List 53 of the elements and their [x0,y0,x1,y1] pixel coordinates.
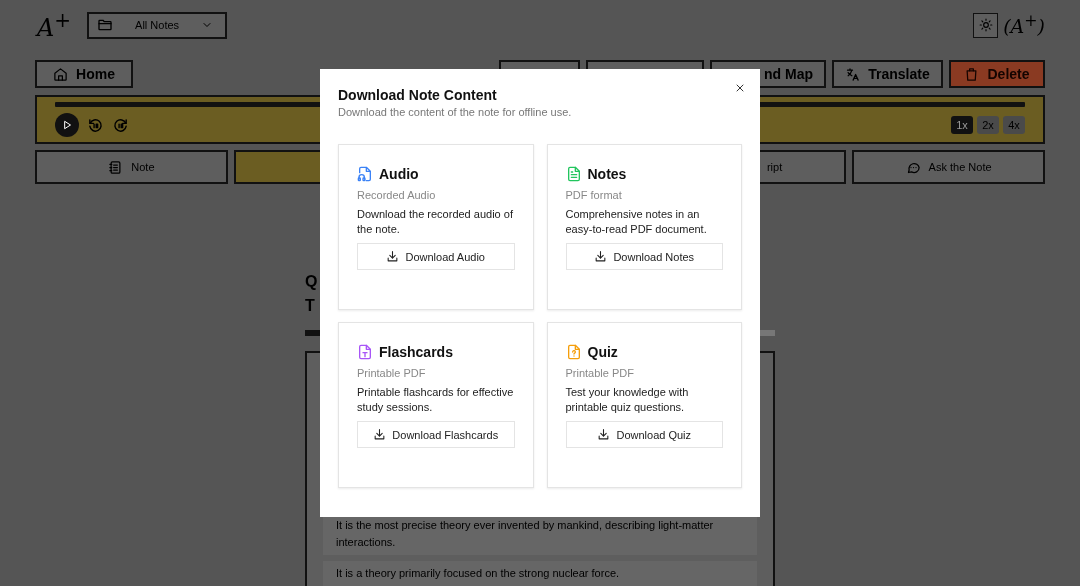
translate-icon [845,66,861,82]
card-description: Printable flashcards for effective study sessions. [357,385,515,415]
forward-button[interactable] [112,116,129,134]
speed-button[interactable]: 2x [977,116,999,134]
delete-button[interactable]: Delete [949,60,1045,88]
download-icon [594,250,608,263]
download-icon [373,428,387,441]
speed-button[interactable]: 4x [1003,116,1025,134]
card-description: Test your knowledge with printable quiz questions. [565,385,690,415]
download-button[interactable]: Download Quiz [565,421,723,448]
dialog-subtitle: Download the content of the note for offline use. [338,106,573,118]
folder-icon [97,17,114,33]
quiz-title: T [305,296,316,316]
download-icon [597,428,611,441]
card-title: Quiz [587,343,618,361]
text-file-icon [357,344,373,360]
document-icon [565,166,582,182]
quiz-title: Q [305,272,319,292]
forward-icon [112,116,129,134]
close-icon [734,82,746,94]
question-file-icon [565,344,582,360]
play-button[interactable] [55,113,79,137]
download-button[interactable]: Download Notes [565,243,723,270]
ask-tab[interactable]: Ask the Note [852,150,1045,184]
answer-option[interactable]: It is a theory primarily focused on the strong nuclear force. [323,561,757,586]
download-button[interactable]: Download Audio [357,243,515,270]
notebook-icon [108,159,124,175]
home-button[interactable]: Home [35,60,133,88]
card-description: Download the recorded audio of the note. [357,207,514,237]
audio-file-icon [357,166,373,182]
download-icon [386,250,400,263]
speed-button[interactable]: 1x [951,116,973,134]
card-format: PDF format [565,189,623,201]
translate-button[interactable]: Translate [832,60,943,88]
download-button[interactable]: Download Flashcards [357,421,515,448]
theme-toggle-button[interactable] [973,12,999,38]
home-icon [53,66,69,82]
card-format: Recorded Audio [357,189,437,201]
card-title: Audio [379,165,419,183]
play-icon [61,119,73,131]
card-format: Printable PDF [565,367,635,379]
logo: A$^{+}$ [37,10,72,40]
card-format: Printable PDF [357,367,427,379]
folder-select[interactable]: All Notes [87,11,228,39]
card-title: Notes [587,165,627,183]
sun-icon [978,18,993,32]
brand-logo: (A$^{+}$) [1003,13,1045,37]
note-tab[interactable]: Note [35,150,228,184]
card-title: Flashcards [379,343,453,361]
card-description: Comprehensive notes in an easy-to-read PDF document. [565,207,708,237]
dialog-title: Download Note Content [338,86,498,104]
rewind-button[interactable] [87,116,104,134]
rewind-icon [87,116,104,134]
